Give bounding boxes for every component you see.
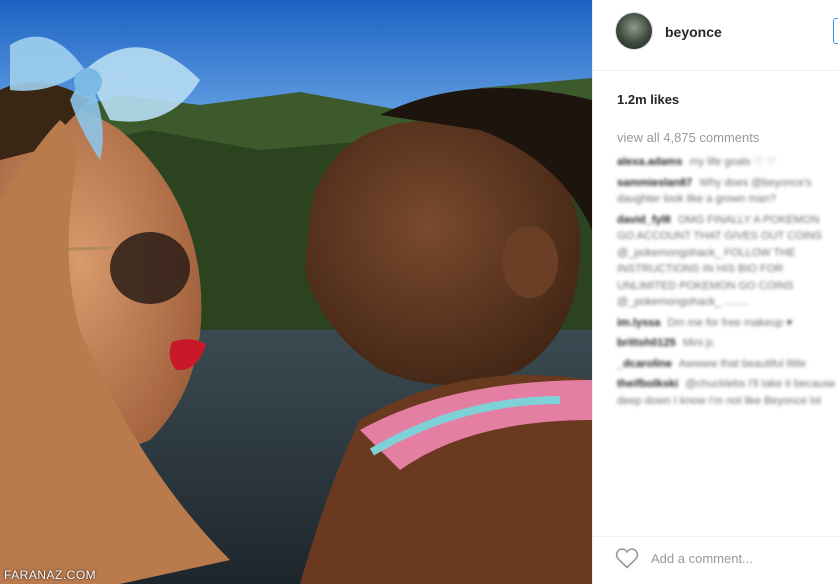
follow-button[interactable] (833, 18, 838, 44)
post-header: beyonce (593, 0, 838, 71)
watermark: FARANAZ.COM (4, 568, 97, 582)
comment-text: Mini jc (682, 337, 714, 349)
comment-item: theifbolkski @chucklebs I'll take it bec… (617, 376, 838, 409)
comment-author[interactable]: alexa.adams (617, 156, 682, 168)
add-comment-input[interactable]: Add a comment... (651, 551, 753, 566)
comment-author[interactable]: brittsh0125 (617, 337, 676, 349)
likes-count[interactable]: 1.2m likes (617, 92, 679, 107)
comment-author[interactable]: im.lyssa (617, 317, 660, 329)
comment-text: OMG FINALLY A POKEMON GO ACCOUNT THAT GI… (617, 213, 822, 309)
heart-icon[interactable] (615, 547, 639, 569)
comment-text: my life goals ♡ ♡ (689, 156, 777, 168)
comment-item: alexa.adams my life goals ♡ ♡ (617, 154, 838, 171)
comment-item: _dcaroline Awwww that beautiful little (617, 356, 838, 373)
comment-item: sammieslan87 Why does @beyonce's daughte… (617, 175, 838, 208)
post-photo[interactable]: FARANAZ.COM (0, 0, 592, 584)
comment-text: Dm me for free makeup ♥ (667, 316, 793, 329)
comment-item: david_fyl8 OMG FINALLY A POKEMON GO ACCO… (617, 212, 838, 311)
comment-author[interactable]: _dcaroline (617, 358, 672, 370)
avatar[interactable] (615, 12, 653, 50)
comment-author[interactable]: david_fyl8 (617, 214, 671, 226)
post-sidebar: beyonce 1.2m likes view all 4,875 commen… (592, 0, 838, 584)
comment-footer: Add a comment... (593, 536, 838, 585)
comment-author[interactable]: sammieslan87 (617, 177, 692, 189)
comment-author[interactable]: theifbolkski (617, 378, 678, 390)
view-all-comments-link[interactable]: view all 4,875 comments (617, 130, 759, 145)
comment-item: brittsh0125 Mini jc (617, 335, 838, 352)
username-link[interactable]: beyonce (665, 24, 722, 40)
comment-item: im.lyssa Dm me for free makeup ♥ (617, 315, 838, 332)
comment-text: Awwww that beautiful little (678, 357, 807, 370)
comments-list: alexa.adams my life goals ♡ ♡ sammieslan… (617, 154, 838, 413)
